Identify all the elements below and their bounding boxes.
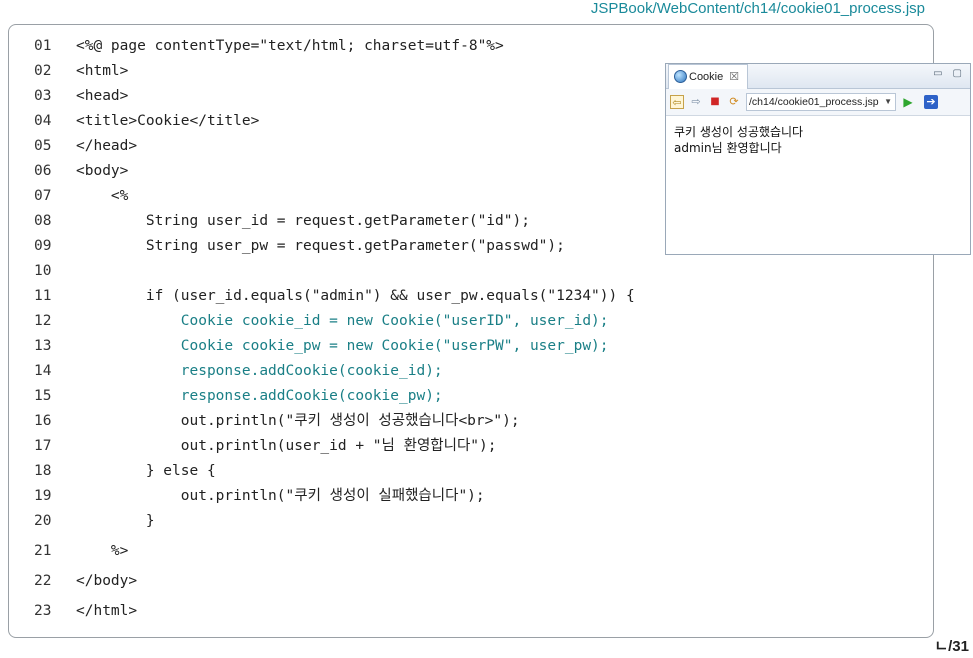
browser-content-line: 쿠키 생성이 성공했습니다 xyxy=(674,125,804,139)
code-text: out.println(user_id + "님 환영합니다"); xyxy=(76,438,497,454)
code-text: <head> xyxy=(76,88,129,104)
file-path-title: JSPBook/WebContent/ch14/cookie01_process… xyxy=(590,0,925,17)
tab-close-icon[interactable]: ☒ xyxy=(729,66,739,88)
code-text: Cookie cookie_pw = new Cookie("userPW", … xyxy=(76,338,609,354)
code-text: <body> xyxy=(76,163,129,179)
maximize-icon[interactable]: ▢ xyxy=(953,68,962,79)
browser-window: Cookie ☒ ▭ ▢ ⇦ ⇨ ■ ⟳ /ch14/cookie01_proc… xyxy=(665,63,971,255)
window-controls: ▭ ▢ xyxy=(933,68,962,79)
code-text: } else { xyxy=(76,463,216,479)
browser-content-line: admin님 환영합니다 xyxy=(674,141,782,155)
page-number: ㄴ/31 xyxy=(934,638,969,655)
browser-tab-label: Cookie xyxy=(689,71,724,83)
code-text: out.println("쿠키 생성이 실패했습니다"); xyxy=(76,488,485,504)
code-text: <%@ page contentType="text/html; charset… xyxy=(76,38,504,54)
line-number: 18 xyxy=(34,463,52,479)
stop-icon[interactable]: ■ xyxy=(708,95,722,109)
browser-tabbar: Cookie ☒ ▭ ▢ xyxy=(666,64,970,89)
go-icon[interactable]: ▶ xyxy=(901,95,915,109)
line-number: 16 xyxy=(34,413,52,429)
code-text: <% xyxy=(76,188,129,204)
code-text: <html> xyxy=(76,63,129,79)
browser-toolbar: ⇦ ⇨ ■ ⟳ /ch14/cookie01_process.jsp ▼ ▶ ➔ xyxy=(666,89,970,116)
line-number: 15 xyxy=(34,388,52,404)
line-number: 21 xyxy=(34,543,52,559)
line-number: 10 xyxy=(34,263,52,279)
minimize-icon[interactable]: ▭ xyxy=(933,68,942,79)
code-text: String user_pw = request.getParameter("p… xyxy=(76,238,565,254)
line-number: 12 xyxy=(34,313,52,329)
external-browser-icon[interactable]: ➔ xyxy=(924,95,938,109)
line-number: 14 xyxy=(34,363,52,379)
line-number: 04 xyxy=(34,113,52,129)
line-number: 05 xyxy=(34,138,52,154)
line-number: 17 xyxy=(34,438,52,454)
line-number: 22 xyxy=(34,573,52,589)
browser-tab-cookie[interactable]: Cookie ☒ xyxy=(668,64,749,89)
line-number: 11 xyxy=(34,288,52,304)
line-number: 13 xyxy=(34,338,52,354)
back-icon[interactable]: ⇦ xyxy=(670,95,684,109)
code-text: </html> xyxy=(76,603,138,619)
code-text: Cookie cookie_id = new Cookie("userID", … xyxy=(76,313,609,329)
code-text: if (user_id.equals("admin") && user_pw.e… xyxy=(76,288,635,304)
line-number: 03 xyxy=(34,88,52,104)
code-text: response.addCookie(cookie_pw); xyxy=(76,388,443,404)
line-number: 20 xyxy=(34,513,52,529)
code-text: } xyxy=(76,513,155,529)
line-number: 23 xyxy=(34,603,52,619)
refresh-icon[interactable]: ⟳ xyxy=(727,95,741,109)
line-number: 07 xyxy=(34,188,52,204)
code-text: response.addCookie(cookie_id); xyxy=(76,363,443,379)
code-text: </body> xyxy=(76,573,138,589)
browser-content: 쿠키 생성이 성공했습니다 admin님 환영합니다 xyxy=(666,116,970,164)
code-text: <title>Cookie</title> xyxy=(76,113,260,129)
line-number: 01 xyxy=(34,38,52,54)
line-number: 08 xyxy=(34,213,52,229)
code-text: </head> xyxy=(76,138,138,154)
line-number: 09 xyxy=(34,238,52,254)
forward-icon[interactable]: ⇨ xyxy=(689,95,703,109)
globe-icon xyxy=(674,70,687,83)
code-text: %> xyxy=(76,543,129,559)
line-number: 02 xyxy=(34,63,52,79)
code-text: String user_id = request.getParameter("i… xyxy=(76,213,530,229)
url-input[interactable]: /ch14/cookie01_process.jsp ▼ xyxy=(746,93,896,111)
line-number: 06 xyxy=(34,163,52,179)
line-number: 19 xyxy=(34,488,52,504)
url-text: /ch14/cookie01_process.jsp xyxy=(749,96,879,108)
code-text: out.println("쿠키 생성이 성공했습니다<br>"); xyxy=(76,413,520,429)
url-dropdown-icon[interactable]: ▼ xyxy=(884,94,892,110)
